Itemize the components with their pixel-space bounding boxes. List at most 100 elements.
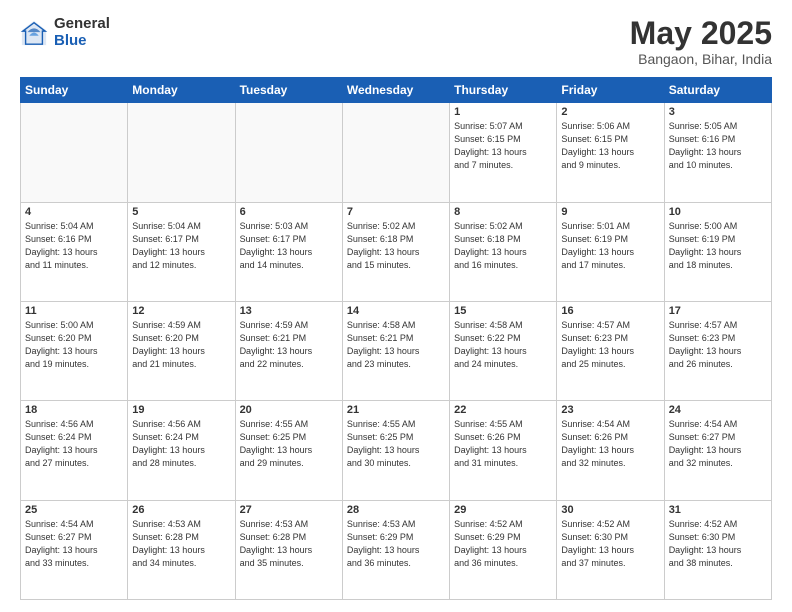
calendar-week-row: 1 Sunrise: 5:07 AM Sunset: 6:15 PM Daylig… [21,103,772,202]
col-tuesday: Tuesday [235,78,342,103]
day-info: Sunrise: 4:57 AM Sunset: 6:23 PM Dayligh… [669,319,767,371]
day-number: 19 [132,404,230,416]
day-number: 30 [561,504,659,516]
calendar-week-row: 25Sunrise: 4:54 AM Sunset: 6:27 PM Dayli… [21,500,772,599]
table-row [235,103,342,202]
day-number: 8 [454,206,552,218]
day-info: Sunrise: 4:55 AM Sunset: 6:26 PM Dayligh… [454,418,552,470]
day-info: Sunrise: 4:53 AM Sunset: 6:29 PM Dayligh… [347,518,445,570]
day-info: Sunrise: 4:54 AM Sunset: 6:27 PM Dayligh… [669,418,767,470]
day-number: 21 [347,404,445,416]
day-number: 12 [132,305,230,317]
day-info: Sunrise: 4:58 AM Sunset: 6:21 PM Dayligh… [347,319,445,371]
day-number: 18 [25,404,123,416]
day-number: 7 [347,206,445,218]
table-row: 24Sunrise: 4:54 AM Sunset: 6:27 PM Dayli… [664,401,771,500]
day-info: Sunrise: 5:00 AM Sunset: 6:19 PM Dayligh… [669,220,767,272]
calendar-week-row: 11 Sunrise: 5:00 AM Sunset: 6:20 PM Dayli… [21,301,772,400]
table-row: 26 Sunrise: 4:53 AM Sunset: 6:28 PM Dayli… [128,500,235,599]
day-info: Sunrise: 5:02 AM Sunset: 6:18 PM Dayligh… [454,220,552,272]
day-number: 27 [240,504,338,516]
day-info: Sunrise: 5:05 AM Sunset: 6:16 PM Dayligh… [669,120,767,172]
day-info: Sunrise: 5:00 AM Sunset: 6:20 PM Dayligh… [25,319,123,371]
day-info: Sunrise: 5:03 AM Sunset: 6:17 PM Dayligh… [240,220,338,272]
table-row: 17Sunrise: 4:57 AM Sunset: 6:23 PM Dayli… [664,301,771,400]
day-number: 5 [132,206,230,218]
table-row: 16 Sunrise: 4:57 AM Sunset: 6:23 PM Dayli… [557,301,664,400]
day-info: Sunrise: 4:53 AM Sunset: 6:28 PM Dayligh… [132,518,230,570]
day-info: Sunrise: 4:52 AM Sunset: 6:30 PM Dayligh… [561,518,659,570]
day-number: 11 [25,305,123,317]
day-number: 23 [561,404,659,416]
col-wednesday: Wednesday [342,78,449,103]
table-row: 5 Sunrise: 5:04 AM Sunset: 6:17 PM Daylig… [128,202,235,301]
table-row: 8 Sunrise: 5:02 AM Sunset: 6:18 PM Daylig… [450,202,557,301]
day-info: Sunrise: 5:01 AM Sunset: 6:19 PM Dayligh… [561,220,659,272]
day-info: Sunrise: 4:53 AM Sunset: 6:28 PM Dayligh… [240,518,338,570]
calendar-week-row: 4Sunrise: 5:04 AM Sunset: 6:16 PM Daylig… [21,202,772,301]
day-info: Sunrise: 4:52 AM Sunset: 6:29 PM Dayligh… [454,518,552,570]
table-row: 10 Sunrise: 5:00 AM Sunset: 6:19 PM Dayli… [664,202,771,301]
day-number: 16 [561,305,659,317]
day-info: Sunrise: 4:55 AM Sunset: 6:25 PM Dayligh… [347,418,445,470]
day-number: 13 [240,305,338,317]
day-number: 20 [240,404,338,416]
logo-blue-text: Blue [54,33,110,50]
table-row: 9 Sunrise: 5:01 AM Sunset: 6:19 PM Daylig… [557,202,664,301]
day-info: Sunrise: 4:58 AM Sunset: 6:22 PM Dayligh… [454,319,552,371]
table-row: 27 Sunrise: 4:53 AM Sunset: 6:28 PM Dayli… [235,500,342,599]
day-info: Sunrise: 5:04 AM Sunset: 6:17 PM Dayligh… [132,220,230,272]
col-thursday: Thursday [450,78,557,103]
table-row: 3 Sunrise: 5:05 AM Sunset: 6:16 PM Daylig… [664,103,771,202]
table-row: 29 Sunrise: 4:52 AM Sunset: 6:29 PM Dayli… [450,500,557,599]
day-info: Sunrise: 4:59 AM Sunset: 6:20 PM Dayligh… [132,319,230,371]
logo-text: General Blue [54,16,110,49]
table-row: 13Sunrise: 4:59 AM Sunset: 6:21 PM Dayli… [235,301,342,400]
day-info: Sunrise: 4:54 AM Sunset: 6:27 PM Dayligh… [25,518,123,570]
table-row: 11 Sunrise: 5:00 AM Sunset: 6:20 PM Dayli… [21,301,128,400]
table-row: 6 Sunrise: 5:03 AM Sunset: 6:17 PM Daylig… [235,202,342,301]
day-number: 6 [240,206,338,218]
day-number: 10 [669,206,767,218]
day-number: 1 [454,106,552,118]
day-number: 3 [669,106,767,118]
table-row: 25Sunrise: 4:54 AM Sunset: 6:27 PM Dayli… [21,500,128,599]
logo: General Blue [20,16,110,49]
table-row: 12 Sunrise: 4:59 AM Sunset: 6:20 PM Dayli… [128,301,235,400]
table-row: 4Sunrise: 5:04 AM Sunset: 6:16 PM Daylig… [21,202,128,301]
day-number: 29 [454,504,552,516]
col-friday: Friday [557,78,664,103]
table-row [21,103,128,202]
day-number: 2 [561,106,659,118]
table-row: 22Sunrise: 4:55 AM Sunset: 6:26 PM Dayli… [450,401,557,500]
day-info: Sunrise: 4:52 AM Sunset: 6:30 PM Dayligh… [669,518,767,570]
table-row: 18 Sunrise: 4:56 AM Sunset: 6:24 PM Dayli… [21,401,128,500]
table-row: 31Sunrise: 4:52 AM Sunset: 6:30 PM Dayli… [664,500,771,599]
day-number: 4 [25,206,123,218]
table-row: 7 Sunrise: 5:02 AM Sunset: 6:18 PM Daylig… [342,202,449,301]
table-row: 28Sunrise: 4:53 AM Sunset: 6:29 PM Dayli… [342,500,449,599]
day-info: Sunrise: 4:54 AM Sunset: 6:26 PM Dayligh… [561,418,659,470]
table-row: 14 Sunrise: 4:58 AM Sunset: 6:21 PM Dayli… [342,301,449,400]
table-row: 23 Sunrise: 4:54 AM Sunset: 6:26 PM Dayli… [557,401,664,500]
day-info: Sunrise: 4:56 AM Sunset: 6:24 PM Dayligh… [25,418,123,470]
calendar-week-row: 18 Sunrise: 4:56 AM Sunset: 6:24 PM Dayli… [21,401,772,500]
calendar-table: Sunday Monday Tuesday Wednesday Thursday… [20,77,772,600]
col-saturday: Saturday [664,78,771,103]
day-number: 9 [561,206,659,218]
calendar-header-row: Sunday Monday Tuesday Wednesday Thursday… [21,78,772,103]
table-row: 15 Sunrise: 4:58 AM Sunset: 6:22 PM Dayli… [450,301,557,400]
page: General Blue May 2025 Bangaon, Bihar, In… [0,0,792,612]
day-number: 14 [347,305,445,317]
table-row: 30 Sunrise: 4:52 AM Sunset: 6:30 PM Dayli… [557,500,664,599]
day-number: 15 [454,305,552,317]
day-number: 26 [132,504,230,516]
header: General Blue May 2025 Bangaon, Bihar, In… [20,16,772,67]
table-row: 1 Sunrise: 5:07 AM Sunset: 6:15 PM Daylig… [450,103,557,202]
day-info: Sunrise: 5:02 AM Sunset: 6:18 PM Dayligh… [347,220,445,272]
logo-general-text: General [54,16,110,33]
day-info: Sunrise: 4:57 AM Sunset: 6:23 PM Dayligh… [561,319,659,371]
day-info: Sunrise: 5:06 AM Sunset: 6:15 PM Dayligh… [561,120,659,172]
col-sunday: Sunday [21,78,128,103]
day-info: Sunrise: 5:07 AM Sunset: 6:15 PM Dayligh… [454,120,552,172]
